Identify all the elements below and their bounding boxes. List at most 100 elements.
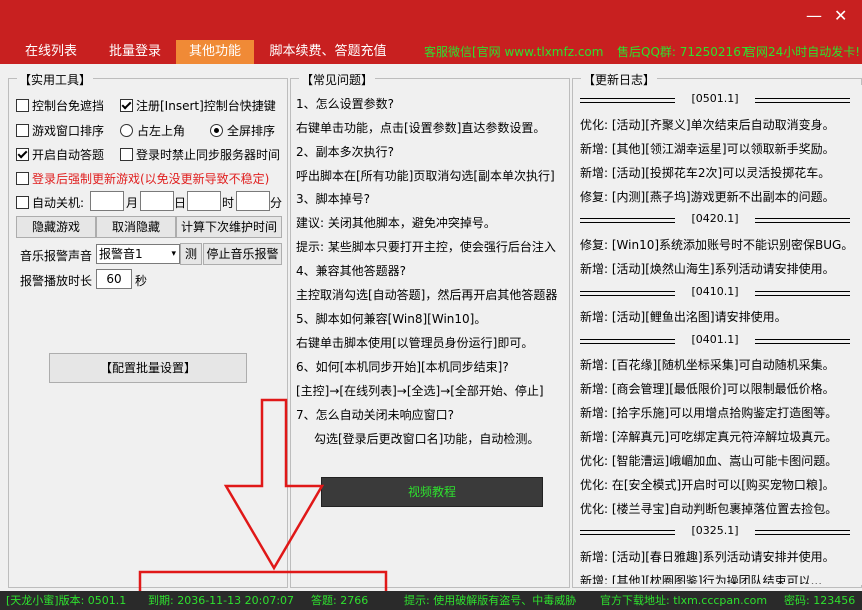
test-sound-button[interactable]: 测 bbox=[180, 243, 202, 265]
radio[interactable] bbox=[210, 124, 223, 137]
changelog-entry: 新增: [活动][焕然山海生]系列活动请安排使用。 bbox=[580, 262, 835, 276]
changelog-entry: 新增: [淬解真元]可吃绑定真元符淬解垃圾真元。 bbox=[580, 430, 838, 444]
changelog-entry: 新增: [拾字乐施]可以用增点拾购鉴定打造图等。 bbox=[580, 406, 838, 420]
chevron-down-icon: ▾ bbox=[171, 249, 176, 259]
radio-fullscreen-sort[interactable]: 全屏排序 bbox=[210, 122, 275, 139]
warning-tip: 提示: 使用破解版有盗号、中毒威胁 bbox=[404, 594, 577, 607]
shutdown-hour-input[interactable] bbox=[187, 191, 221, 211]
status-bar: [天龙小蜜]版本: 0501.1 到期: 2036-11-13 20:07:07… bbox=[0, 591, 862, 610]
changelog-version-separator: [0501.1] bbox=[580, 92, 850, 105]
tab-online-list[interactable]: 在线列表 bbox=[14, 40, 88, 64]
faq-line: 4、兼容其他答题器? bbox=[296, 264, 407, 278]
answer-count: 答题: 2766 bbox=[311, 594, 369, 607]
changelog-entry: 新增: [活动][鲤鱼出洺图]请安排使用。 bbox=[580, 310, 787, 324]
faq-title: 【常见问题】 bbox=[299, 71, 376, 88]
faq-line: 1、怎么设置参数? bbox=[296, 97, 395, 111]
option-no-time-sync[interactable]: 登录时禁止同步服务器时间 bbox=[120, 146, 280, 163]
changelog-version-separator: [0401.1] bbox=[580, 333, 850, 346]
faq-line: 2、副本多次执行? bbox=[296, 145, 395, 159]
music-alarm-select[interactable]: 报警音1 ▾ bbox=[96, 244, 180, 264]
faq-line: [主控]→[在线列表]→[全选]→[全部开始、停止] bbox=[296, 384, 544, 398]
tab-batch-login[interactable]: 批量登录 bbox=[98, 40, 172, 64]
calc-maintenance-button[interactable]: 计算下次维护时间 bbox=[176, 216, 282, 238]
faq-line: 右键单击功能，点击[设置参数]直达参数设置。 bbox=[296, 121, 546, 135]
changelog-entry: 新增: [活动][投掷花车2次]可以灵活投掷花车。 bbox=[580, 166, 831, 180]
unit-hour: 时 bbox=[222, 196, 235, 210]
changelog-entry: 修复: [内测][燕子坞]游戏更新不出副本的问题。 bbox=[580, 190, 835, 204]
changelog-version-separator: [0420.1] bbox=[580, 212, 850, 225]
duration-input[interactable]: 60 bbox=[96, 269, 132, 289]
shutdown-day-input[interactable] bbox=[140, 191, 174, 211]
unit-minute: 分 bbox=[270, 196, 283, 210]
changelog-title: 【更新日志】 bbox=[581, 71, 658, 88]
download-site: 官方下载地址: tlxm.cccpan.com bbox=[600, 594, 768, 607]
option-console-no-cover[interactable]: 控制台免遮挡 bbox=[16, 97, 104, 114]
faq-line: 提示: 某些脚本只要打开主控，使会强行后台注入 bbox=[296, 240, 556, 254]
faq-line: 勾选[登录后更改窗口名]功能，自动检测。 bbox=[314, 432, 540, 446]
expiry-text: 到期: 2036-11-13 20:07:07 bbox=[148, 594, 295, 607]
checkbox[interactable] bbox=[16, 99, 29, 112]
unit-day: 日 bbox=[174, 196, 187, 210]
faq-line: 5、脚本如何兼容[Win8][Win10]。 bbox=[296, 312, 487, 326]
changelog-entry: 新增: [百花缘][随机坐标采集]可自动随机采集。 bbox=[580, 358, 835, 372]
checkbox[interactable] bbox=[120, 99, 133, 112]
checkbox[interactable] bbox=[16, 196, 29, 209]
music-alarm-label: 音乐报警声音 bbox=[20, 249, 93, 263]
tab-other-functions[interactable]: 其他功能 bbox=[176, 40, 254, 64]
radio-label: 全屏排序 bbox=[227, 124, 276, 138]
faq-line: 3、脚本掉号? bbox=[296, 192, 371, 206]
radio-top-left[interactable]: 占左上角 bbox=[120, 122, 185, 139]
faq-line: 6、如何[本机同步开始][本机同步结束]? bbox=[296, 360, 509, 374]
option-auto-shutdown[interactable]: 自动关机: bbox=[16, 194, 84, 211]
qq-group-info: 售后QQ群: 712502167 bbox=[617, 45, 749, 59]
music-select-value: 报警音1 bbox=[99, 247, 143, 261]
cancel-hide-button[interactable]: 取消隐藏 bbox=[96, 216, 176, 238]
option-force-update[interactable]: 登录后强制更新游戏(以免没更新导致不稳定) bbox=[16, 170, 269, 187]
changelog-scrollbar[interactable] bbox=[852, 85, 862, 585]
faq-line: 主控取消勾选[自动答题]，然后再开启其他答题器 bbox=[296, 288, 558, 302]
changelog-entry: 优化: [智能漕运]峨嵋加血、嵩山可能卡图问题。 bbox=[580, 454, 838, 468]
option-insert-hotkey[interactable]: 注册[Insert]控制台快捷键 bbox=[120, 97, 276, 114]
checkbox[interactable] bbox=[16, 172, 29, 185]
hide-game-button[interactable]: 隐藏游戏 bbox=[16, 216, 96, 238]
tools-title: 【实用工具】 bbox=[17, 71, 94, 88]
checkbox[interactable] bbox=[120, 148, 133, 161]
radio-label: 占左上角 bbox=[137, 124, 186, 138]
changelog-entry: 优化: 在[安全模式]开启时可以[购买宠物口粮]。 bbox=[580, 478, 835, 492]
option-auto-answer[interactable]: 开启自动答题 bbox=[16, 146, 104, 163]
title-bar: — ✕ bbox=[0, 0, 862, 40]
option-label: 自动关机: bbox=[32, 196, 85, 210]
radio[interactable] bbox=[120, 124, 133, 137]
faq-line: 7、怎么自动关闭未响应窗口? bbox=[296, 408, 455, 422]
option-label: 开启自动答题 bbox=[32, 148, 105, 162]
version-text: [天龙小蜜]版本: 0501.1 bbox=[6, 594, 127, 607]
changelog-entry: 修复: [Win10]系统添加账号时不能识别密保BUG。 bbox=[580, 238, 854, 252]
faq-line: 建议: 关闭其他脚本，避免冲突掉号。 bbox=[296, 216, 496, 230]
changelog-entry: 新增: [商会管理][最低限价]可以限制最低价格。 bbox=[580, 382, 835, 396]
close-button[interactable]: ✕ bbox=[834, 6, 847, 25]
duration-unit: 秒 bbox=[135, 274, 148, 288]
video-tutorial-button[interactable]: 视频教程 bbox=[321, 477, 543, 507]
option-label: 控制台免遮挡 bbox=[32, 99, 105, 113]
minimize-button[interactable]: — bbox=[806, 6, 822, 25]
option-label: 游戏窗口排序 bbox=[32, 124, 105, 138]
changelog-entry: 新增: [其他][领江湖幸运星]可以领取新手奖励。 bbox=[580, 142, 835, 156]
option-window-sort[interactable]: 游戏窗口排序 bbox=[16, 122, 104, 139]
auto-card-notice: 官网24小时自动发卡! bbox=[744, 45, 861, 59]
changelog-entry: 优化: [楼兰寻宝]自动判断包裹掉落位置去捡包。 bbox=[580, 502, 838, 516]
batch-config-button[interactable]: 【配置批量设置】 bbox=[49, 353, 247, 383]
tab-renewal[interactable]: 脚本续费、答题充值 bbox=[264, 40, 392, 64]
tab-bar: 在线列表 批量登录 其他功能 脚本续费、答题充值 客服微信[官网 www.tlx… bbox=[0, 40, 862, 64]
option-label: 登录后强制更新游戏(以免没更新导致不稳定) bbox=[32, 172, 270, 186]
password-text: 密码: 123456 bbox=[784, 594, 856, 607]
shutdown-minute-input[interactable] bbox=[236, 191, 270, 211]
checkbox[interactable] bbox=[16, 148, 29, 161]
changelog-entry: 新增: [活动][春日雅趣]系列活动请安排并使用。 bbox=[580, 550, 835, 564]
faq-line: 呼出脚本在[所有功能]页取消勾选[副本单次执行] bbox=[296, 169, 555, 183]
shutdown-month-input[interactable] bbox=[90, 191, 124, 211]
stop-music-button[interactable]: 停止音乐报警 bbox=[203, 243, 282, 265]
changelog-entry: 新增: [其他][枕圈图鉴]行为操团队结束可以... bbox=[580, 574, 823, 584]
service-info: 客服微信[官网 www.tlxmfz.com bbox=[424, 45, 604, 59]
checkbox[interactable] bbox=[16, 124, 29, 137]
changelog-entry: 优化: [活动][齐聚义]单次结束后自动取消变身。 bbox=[580, 118, 835, 132]
